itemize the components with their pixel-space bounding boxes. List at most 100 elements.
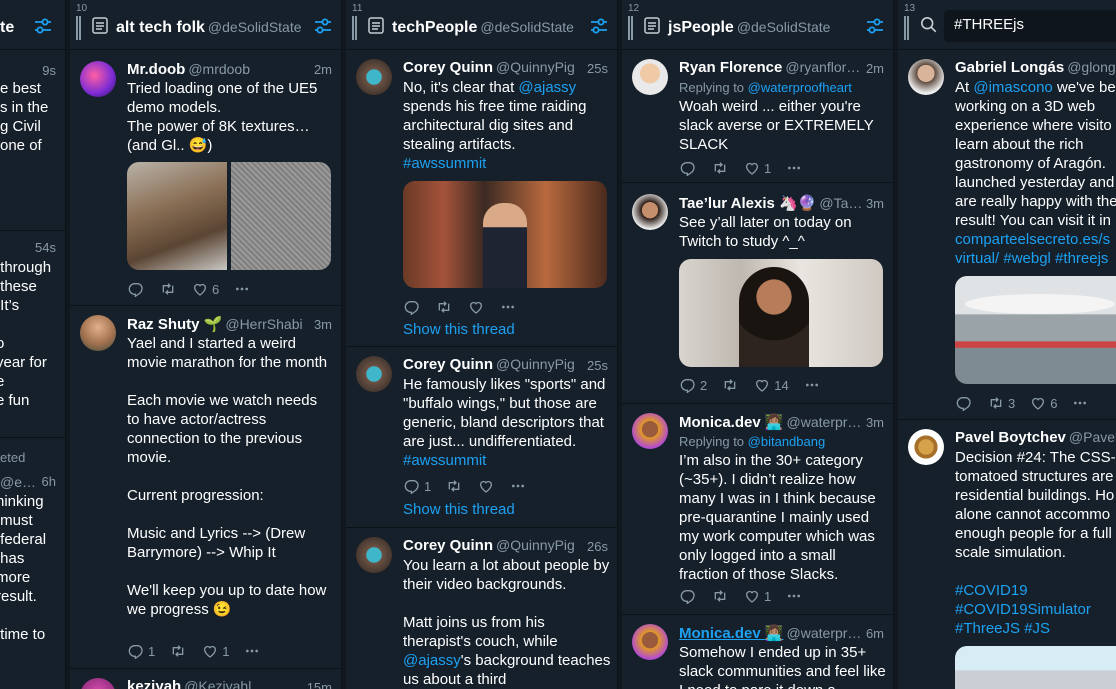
tweet[interactable]: Corey Quinn @QuinnyPig 25s He famously li… (346, 348, 617, 528)
hashtag-link[interactable]: #COVID19 #COVID19Simulator #ThreeJS #JS (955, 581, 1116, 638)
settings-icon[interactable] (865, 16, 885, 36)
like-button[interactable] (477, 478, 495, 494)
avatar[interactable] (80, 315, 116, 351)
show-thread-link[interactable]: Show this thread (403, 321, 515, 338)
tweet-media-image[interactable] (127, 162, 227, 270)
tweet-author-handle[interactable]: @QuinnyPig (496, 356, 575, 372)
tweet-time[interactable]: 25s (587, 358, 608, 373)
tweet-time[interactable]: 3m (866, 415, 884, 430)
tweet-author-handle[interactable]: @ryanflor… (785, 59, 860, 75)
settings-icon[interactable] (313, 16, 333, 36)
tweet-media-video[interactable] (403, 181, 607, 288)
avatar[interactable] (908, 59, 944, 95)
tweet-author-name[interactable]: Ryan Florence (679, 59, 782, 76)
tweet-author-handle[interactable]: @waterpr… (787, 414, 862, 430)
tweet[interactable]: Corey Quinn @QuinnyPig 26s You learn a lo… (346, 529, 617, 689)
tweet-author-handle[interactable]: @mrdoob (188, 61, 250, 77)
like-button[interactable]: 1 (743, 160, 771, 176)
hashtag-link[interactable]: #awssummit (403, 155, 486, 172)
tweet-author-name[interactable]: Gabriel Longás (955, 59, 1064, 76)
drag-handle-icon[interactable] (904, 16, 909, 40)
more-button[interactable] (785, 160, 803, 176)
settings-icon[interactable] (589, 16, 609, 36)
avatar[interactable] (356, 59, 392, 95)
tweet-author-name[interactable]: Monica.dev 👩🏽‍💻 (679, 625, 784, 642)
tweet-time[interactable]: 15m (307, 680, 332, 689)
avatar[interactable] (632, 624, 668, 660)
tweet[interactable]: Mr.doob @mrdoob 2m Tried loading one of t… (70, 51, 341, 306)
tweet-author-name[interactable]: Corey Quinn (403, 537, 493, 554)
tweet-author-handle[interactable]: @glong… (1067, 59, 1116, 75)
like-button[interactable] (467, 299, 485, 315)
tweet[interactable]: Monica.dev 👩🏽‍💻 @waterpr… 6m Somehow I en… (622, 616, 893, 689)
tweet[interactable]: Monica.dev 👩🏽‍💻 @waterpr… 3m Replying to … (622, 405, 893, 615)
tweet-author-name[interactable]: keziyah (127, 678, 181, 689)
retweet-button[interactable] (721, 377, 739, 393)
mention-link[interactable]: @ajassy (403, 652, 461, 669)
tweet[interactable]: Ryan Florence @ryanflor… 2m Replying to @… (622, 51, 893, 183)
hashtag-link[interactable]: #webgl #threejs (1003, 250, 1108, 267)
mention-link[interactable]: @imascono (973, 79, 1052, 96)
like-button[interactable]: 6 (191, 281, 219, 297)
tweet-time[interactable]: 3m (866, 196, 884, 211)
retweet-button[interactable] (435, 299, 453, 315)
drag-handle-icon[interactable] (76, 16, 81, 40)
avatar[interactable] (632, 59, 668, 95)
more-button[interactable] (499, 299, 517, 315)
tweet-time[interactable]: 2m (866, 61, 884, 76)
tweet-time[interactable]: 25s (587, 61, 608, 76)
hashtag-link[interactable]: #awssummit (403, 452, 486, 469)
mention-link[interactable]: @bitandbang (748, 434, 826, 449)
tweet-author-handle[interactable]: @Ta… (819, 195, 862, 211)
tweet-author-handle[interactable]: @Keziyahl (184, 678, 251, 689)
retweet-button[interactable] (711, 160, 729, 176)
tweet-media-image[interactable] (955, 646, 1116, 689)
mention-link[interactable]: @ajassy (518, 79, 576, 96)
more-button[interactable] (785, 588, 803, 604)
tweet-author-name[interactable]: Mr.doob (127, 61, 185, 78)
more-button[interactable] (1071, 395, 1089, 411)
tweet-author-handle[interactable]: @QuinnyPig (496, 59, 575, 75)
tweet-author-handle[interactable]: @QuinnyPig (496, 537, 575, 553)
tweet-time[interactable]: 2m (314, 62, 332, 77)
settings-icon[interactable] (33, 16, 53, 36)
avatar[interactable] (80, 61, 116, 97)
more-button[interactable] (233, 281, 251, 297)
tweet-time[interactable]: 6m (866, 626, 884, 641)
tweet-author-name[interactable]: Corey Quinn (403, 59, 493, 76)
tweet-author-name[interactable]: Raz Shuty 🌱 (127, 316, 222, 333)
more-button[interactable] (803, 377, 821, 393)
like-button[interactable]: 1 (743, 588, 771, 604)
reply-button[interactable] (679, 160, 697, 176)
retweet-button[interactable] (169, 643, 187, 659)
tweet[interactable]: Tae’lur Alexis 🦄🔮 @Ta… 3m See y’all later… (622, 184, 893, 404)
drag-handle-icon[interactable] (352, 16, 357, 40)
retweet-button[interactable] (445, 478, 463, 494)
avatar[interactable] (908, 429, 944, 465)
like-button[interactable]: 1 (201, 643, 229, 659)
tweet-author-name[interactable]: Monica.dev 👩🏽‍💻 (679, 414, 784, 431)
tweet-author-handle[interactable]: @HerrShabi (225, 316, 302, 332)
avatar[interactable] (80, 678, 116, 689)
tweet-time[interactable]: 26s (587, 539, 608, 554)
tweet-author-name[interactable]: Tae’lur Alexis 🦄🔮 (679, 195, 816, 212)
like-button[interactable]: 6 (1029, 395, 1057, 411)
tweet[interactable]: Raz Shuty 🌱 @HerrShabi 3m Yael and I star… (70, 307, 341, 669)
tweet-media-image[interactable] (679, 259, 883, 367)
reply-button[interactable] (403, 299, 421, 315)
avatar[interactable] (632, 194, 668, 230)
tweet[interactable]: 54s through these It’s o year for e e fu… (0, 232, 65, 438)
tweet-author-name[interactable]: Corey Quinn (403, 356, 493, 373)
tweet-media-image[interactable] (955, 276, 1116, 384)
search-input[interactable]: #THREEjs (944, 10, 1116, 42)
avatar[interactable] (356, 356, 392, 392)
tweet[interactable]: Gabriel Longás@glong… At @imascono we've… (898, 51, 1116, 420)
more-button[interactable] (243, 643, 261, 659)
mention-link[interactable]: @waterproofheart (748, 80, 852, 95)
more-button[interactable] (509, 478, 527, 494)
reply-button[interactable]: 1 (127, 643, 155, 659)
tweet-time[interactable]: 3m (314, 317, 332, 332)
tweet-media-image[interactable] (231, 162, 331, 270)
retweet-button[interactable] (711, 588, 729, 604)
reply-button[interactable] (679, 588, 697, 604)
